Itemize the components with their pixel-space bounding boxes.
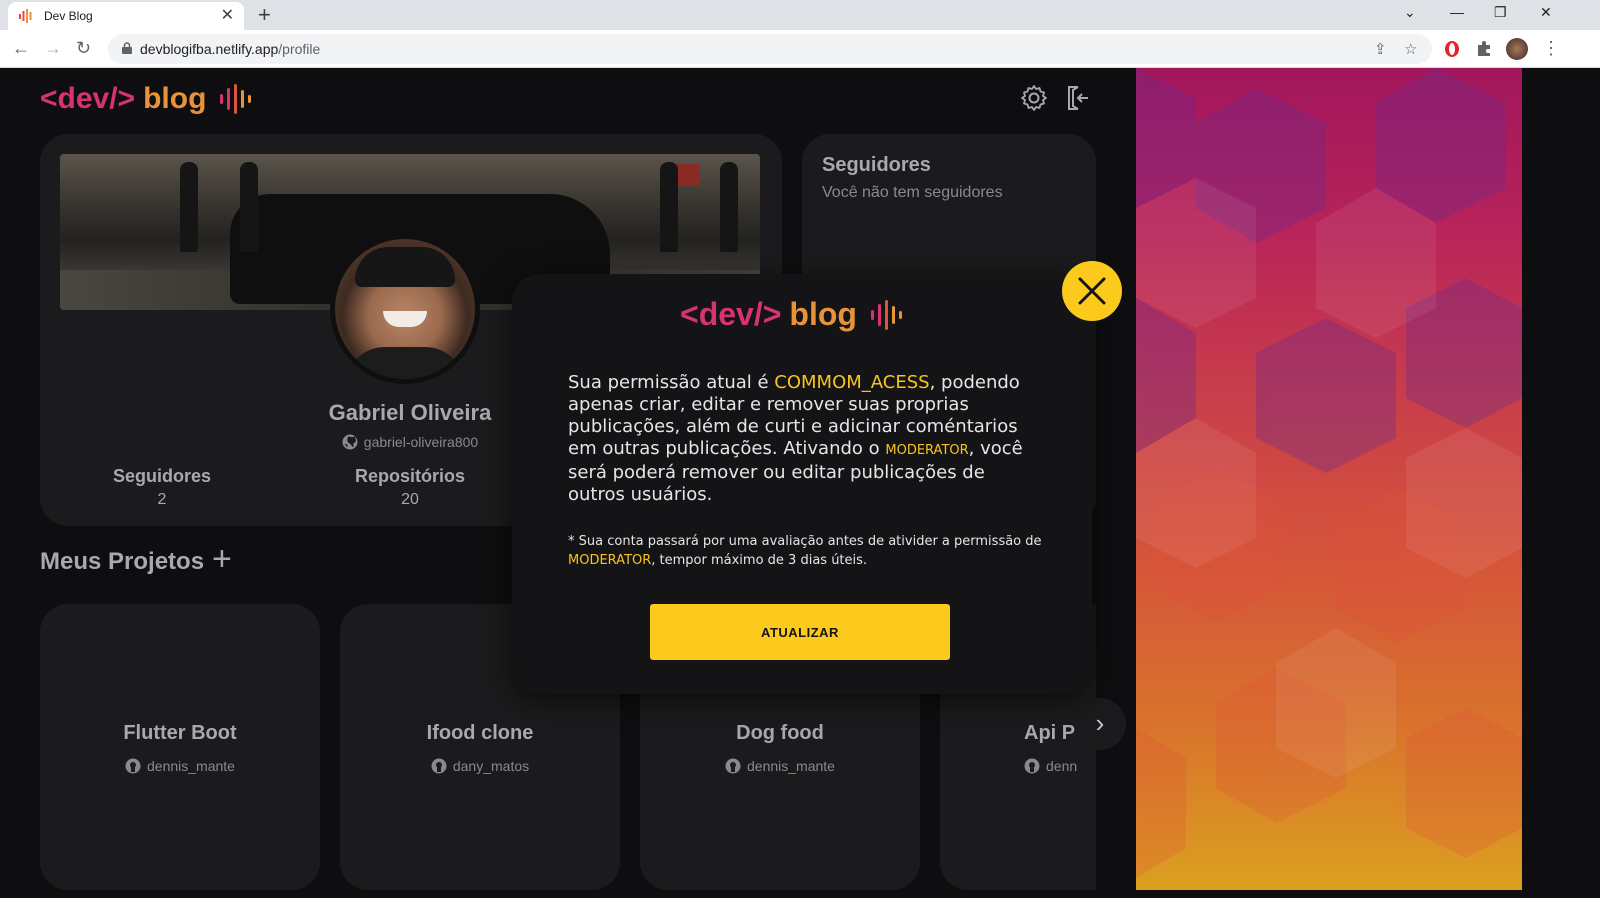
tab-close-icon[interactable]: ✕ [221,8,234,24]
update-button[interactable]: ATUALIZAR [650,604,950,660]
header-logo[interactable]: <dev/> blog [40,82,256,116]
github-icon [725,758,741,774]
note-permission: MODERATOR [568,553,652,568]
modal-logo: <dev/> blog [680,296,907,333]
close-icon [1078,277,1106,305]
opera-icon[interactable] [1444,40,1460,58]
content-edge-mask [1096,68,1136,898]
modal-close-button[interactable] [1062,261,1122,321]
minimize-icon[interactable]: — [1450,4,1464,20]
current-permission: COMMOM_ACESS [774,372,930,393]
projects-title: Meus Projetos [40,548,205,575]
logout-icon[interactable] [1066,84,1090,112]
logo-blog-text: blog [789,296,857,332]
project-name: Dog food [736,722,824,744]
decorative-pattern-panel [1136,68,1522,890]
back-arrow-icon[interactable]: ← [12,38,30,58]
permission-modal: <dev/> blog Sua permissão atual é COMMOM… [512,274,1092,694]
modal-note: * Sua conta passará por uma avaliação an… [568,534,1042,568]
bookmark-star-icon[interactable]: ☆ [1404,40,1417,58]
soundwave-icon [870,299,902,330]
logo-code-text: <dev/> [40,82,136,115]
project-name: Flutter Boot [123,722,237,744]
github-icon [125,758,141,774]
logo-blog-text: blog [143,82,207,115]
browser-tabstrip: Dev Blog ✕ + ⌄ — ❐ ✕ [0,0,1600,30]
browser-toolbar: ← → ↻ devblogifba.netlify.app/profile ⇪ … [0,30,1600,68]
project-owner: dennis_mante [640,758,920,774]
project-owner: dany_matos [340,758,620,774]
stat-value: 2 [157,491,167,508]
logo-code-text: <dev/> [680,296,782,332]
followers-title: Seguidores [822,154,931,176]
profile-avatar[interactable] [1506,38,1528,60]
reload-icon[interactable]: ↻ [76,38,91,58]
carousel-next-button[interactable]: › [1074,698,1126,750]
restore-icon[interactable]: ❐ [1494,4,1507,21]
extensions-puzzle-icon[interactable] [1476,40,1492,56]
followers-empty-text: Você não tem seguidores [822,184,1003,201]
page-right-margin [1522,68,1600,898]
target-permission: MODERATOR [885,443,969,458]
stat-label: Seguidores [112,466,212,486]
modal-description: Sua permissão atual é COMMOM_ACESS, pode… [568,372,1023,505]
stat-repositories: Repositórios 20 [330,466,490,509]
project-card[interactable]: Flutter Boot dennis_mante [40,604,320,890]
url-text: devblogifba.netlify.app/profile [140,41,321,57]
browser-tab[interactable]: Dev Blog ✕ [8,2,244,30]
stat-label: Repositórios [354,466,465,486]
soundwave-icon [19,9,32,23]
project-owner: dennis_mante [40,758,320,774]
stat-value: 20 [401,491,419,508]
profile-avatar-image [330,234,480,384]
browser-menu-icon[interactable]: ⋮ [1542,38,1560,58]
address-bar[interactable]: devblogifba.netlify.app/profile ⇪ ☆ [108,34,1432,64]
close-window-icon[interactable]: ✕ [1540,4,1552,21]
github-icon [1024,758,1040,774]
project-name: Ifood clone [426,722,534,744]
soundwave-icon [220,84,252,114]
new-tab-button[interactable]: + [258,3,271,27]
forward-arrow-icon[interactable]: → [44,38,62,58]
share-icon[interactable]: ⇪ [1374,40,1387,58]
tab-search-icon[interactable]: ⌄ [1404,4,1416,21]
chevron-right-icon: › [1095,708,1105,738]
github-icon [431,758,447,774]
stat-followers: Seguidores 2 [82,466,242,509]
settings-gear-icon[interactable] [1020,84,1048,112]
add-project-button[interactable]: + [212,542,232,576]
github-icon [342,434,358,450]
hexagon-pattern [1136,68,1522,878]
tab-title: Dev Blog [44,9,93,23]
lock-icon [122,42,132,54]
